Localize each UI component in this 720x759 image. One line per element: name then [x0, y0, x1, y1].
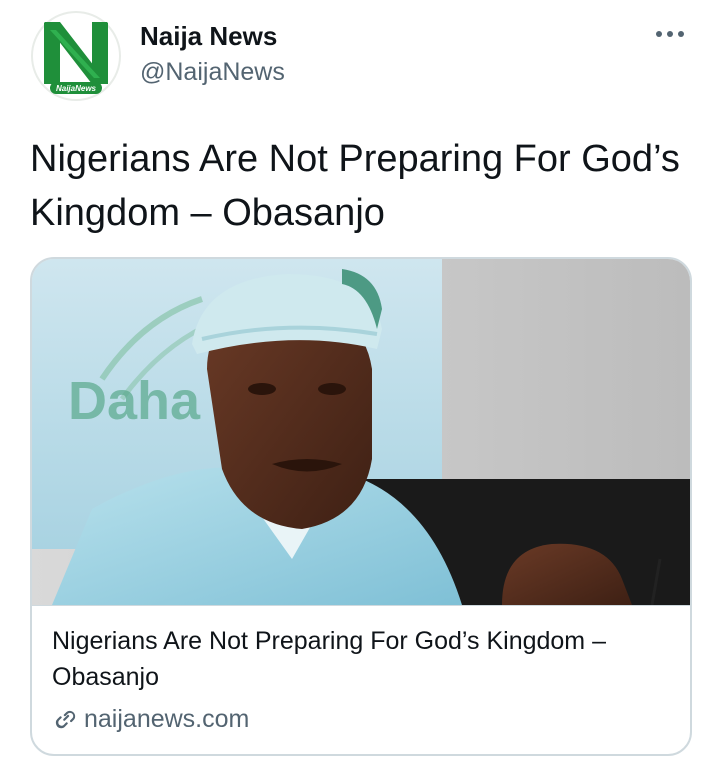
link-card[interactable]: Daha Nigerians Are Not Preparing For God…	[30, 257, 692, 756]
background-logo-text: Daha	[68, 371, 201, 431]
more-dot	[667, 31, 673, 37]
tweet-text: Nigerians Are Not Preparing For God’s Ki…	[30, 138, 680, 234]
more-dot	[656, 31, 662, 37]
author-names: Naija News @NaijaNews	[140, 20, 285, 88]
naija-news-logo-icon: NaijaNews	[30, 10, 122, 102]
display-name[interactable]: Naija News	[140, 20, 285, 52]
card-title[interactable]: Nigerians Are Not Preparing For God’s Ki…	[52, 623, 672, 695]
article-photo[interactable]: Daha	[32, 259, 690, 605]
card-domain-text: naijanews.com	[84, 704, 250, 733]
avatar[interactable]: NaijaNews	[30, 10, 122, 102]
card-domain[interactable]: naijanews.com	[52, 701, 249, 737]
more-dot	[678, 31, 684, 37]
more-options-icon[interactable]	[650, 22, 690, 46]
card-divider	[32, 605, 690, 606]
link-icon	[55, 710, 76, 729]
tweet-header: NaijaNews Naija News @NaijaNews	[30, 10, 690, 106]
handle[interactable]: @NaijaNews	[140, 56, 285, 88]
avatar-label: NaijaNews	[56, 84, 97, 93]
